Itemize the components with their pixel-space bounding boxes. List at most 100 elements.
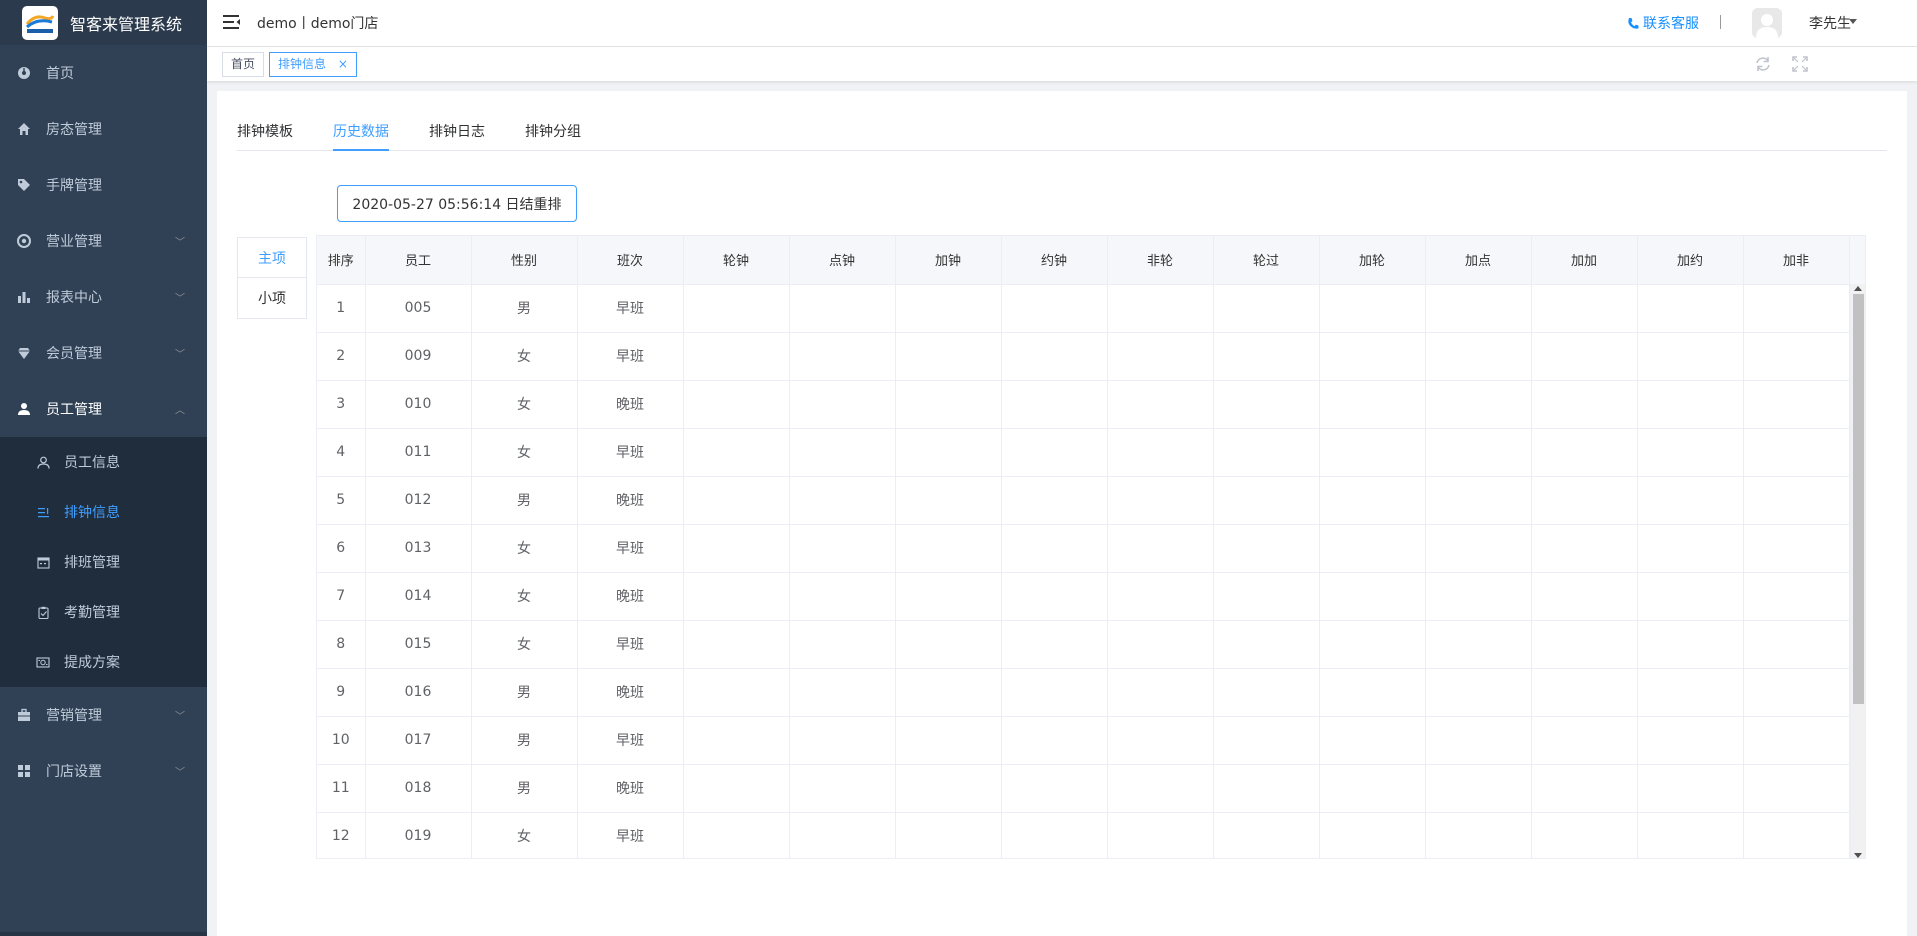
sidebar-item-reports[interactable]: 报表中心 ﹀ [0,269,207,325]
table-row[interactable]: 6 013 女早班 [317,524,1865,573]
table-row[interactable]: 3 010 女晚班 [317,380,1865,429]
column-header: 加约 [1637,236,1744,285]
tab-rotation-groups[interactable]: 排钟分组 [525,121,581,151]
table-row[interactable]: 11 018 男晚班 [317,764,1865,813]
table-cell [789,572,896,621]
sidebar-item-store-settings[interactable]: 门店设置 ﹀ [0,743,207,799]
tab-history-data[interactable]: 历史数据 [333,121,389,151]
table-cell [1425,716,1532,765]
table-cell: 早班 [577,716,684,765]
table-cell [895,764,1002,813]
table-cell [1743,476,1850,525]
contact-support-link[interactable]: 联系客服 [1627,13,1699,33]
chevron-down-icon: ﹀ [175,349,185,361]
table-row[interactable]: 7 014 女晚班 [317,572,1865,621]
table-cell [1743,284,1850,333]
table-cell: 晚班 [577,476,684,525]
column-header: 加加 [1531,236,1638,285]
history-date-button[interactable]: 2020-05-27 05:56:14 日结重排 [337,185,577,222]
table-row[interactable]: 4 011 女早班 [317,428,1865,477]
table-cell [895,716,1002,765]
sidebar-item-business[interactable]: 营业管理 ﹀ [0,213,207,269]
sidebar-subitem-label: 排班管理 [64,555,120,571]
sidebar-subitem-shift-management[interactable]: 排班管理 [0,537,207,587]
avatar[interactable] [1752,8,1782,38]
sidebar-item-staff[interactable]: 员工管理 ︿ [0,381,207,437]
hamburger-icon[interactable] [223,14,241,30]
table-cell: 011 [365,428,472,477]
table-cell [1531,380,1638,429]
sidebar-item-hand-tag[interactable]: 手牌管理 [0,157,207,213]
table-row[interactable]: 9 016 男晚班 [317,668,1865,717]
scroll-up-icon[interactable] [1854,286,1862,291]
sidebar-item-home[interactable]: 首页 [0,45,207,101]
table-cell: 女 [471,332,578,381]
sidebar-item-members[interactable]: 会员管理 ﹀ [0,325,207,381]
table-cell [1637,332,1744,381]
table-cell: 女 [471,620,578,669]
table-row[interactable]: 8 015 女早班 [317,620,1865,669]
tab-main-items[interactable]: 主项 [238,238,306,278]
table-cell [1107,380,1214,429]
column-header: 排序 [317,236,366,285]
table-cell [1107,620,1214,669]
table-row[interactable]: 1 005 男早班 [317,284,1865,333]
clipboard-icon [36,605,50,619]
fullscreen-icon[interactable] [1791,55,1809,73]
tag-rotation-info[interactable]: 排钟信息 × [269,52,357,77]
table-row[interactable]: 10 017 男早班 [317,716,1865,765]
table-cell [789,380,896,429]
tab-rotation-log[interactable]: 排钟日志 [429,121,485,151]
table-cell [789,284,896,333]
grid-icon [16,763,32,779]
table-cell [1743,332,1850,381]
table-cell: 晚班 [577,572,684,621]
table-row[interactable]: 2 009 女早班 [317,332,1865,381]
sidebar-subitem-rotation-info[interactable]: 排钟信息 [0,487,207,537]
table-cell: 女 [471,524,578,573]
main-content: 排钟模板 历史数据 排钟日志 排钟分组 2020-05-27 05:56:14 … [217,91,1907,936]
table-cell [1319,476,1426,525]
scroll-down-icon[interactable] [1854,853,1862,858]
column-header: 点钟 [789,236,896,285]
table-cell [895,284,1002,333]
history-date-label: 2020-05-27 05:56:14 日结重排 [352,196,562,213]
table-scrollbar[interactable] [1850,284,1865,858]
table-cell [1743,620,1850,669]
table-cell [1213,764,1320,813]
table-cell: 早班 [577,428,684,477]
table-cell [1213,476,1320,525]
table-cell: 013 [365,524,472,573]
tag-home[interactable]: 首页 [222,52,265,77]
sidebar-subitem-attendance[interactable]: 考勤管理 [0,587,207,637]
sidebar-item-room-status[interactable]: 房态管理 [0,101,207,157]
sidebar-subitem-commission[interactable]: 提成方案 [0,637,207,687]
refresh-icon[interactable] [1754,55,1772,73]
username[interactable]: 李先生 [1809,13,1851,33]
sidebar-item-label: 报表中心 [46,290,102,306]
scroll-thumb[interactable] [1853,294,1864,704]
sidebar-item-marketing[interactable]: 营销管理 ﹀ [0,687,207,743]
logo-mark [25,14,55,33]
tab-minor-items[interactable]: 小项 [238,278,306,318]
table-row[interactable]: 5 012 男晚班 [317,476,1865,525]
table-row[interactable]: 12 019 女早班 [317,812,1865,858]
table-cell [1107,572,1214,621]
table-cell [895,572,1002,621]
table-cell [1319,332,1426,381]
table-cell: 女 [471,380,578,429]
sidebar-subitem-staff-info[interactable]: 员工信息 [0,437,207,487]
user-icon [16,401,32,417]
table-cell [1531,764,1638,813]
table-cell [1637,380,1744,429]
table-cell [1425,476,1532,525]
caret-down-icon[interactable] [1849,19,1857,24]
sidebar-item-label: 营销管理 [46,708,102,724]
tab-rotation-template[interactable]: 排钟模板 [237,121,293,151]
close-icon[interactable]: × [338,57,348,71]
table-cell [1319,428,1426,477]
chart-icon [16,289,32,305]
table-cell [1531,572,1638,621]
table-cell: 女 [471,572,578,621]
table-cell [683,716,790,765]
